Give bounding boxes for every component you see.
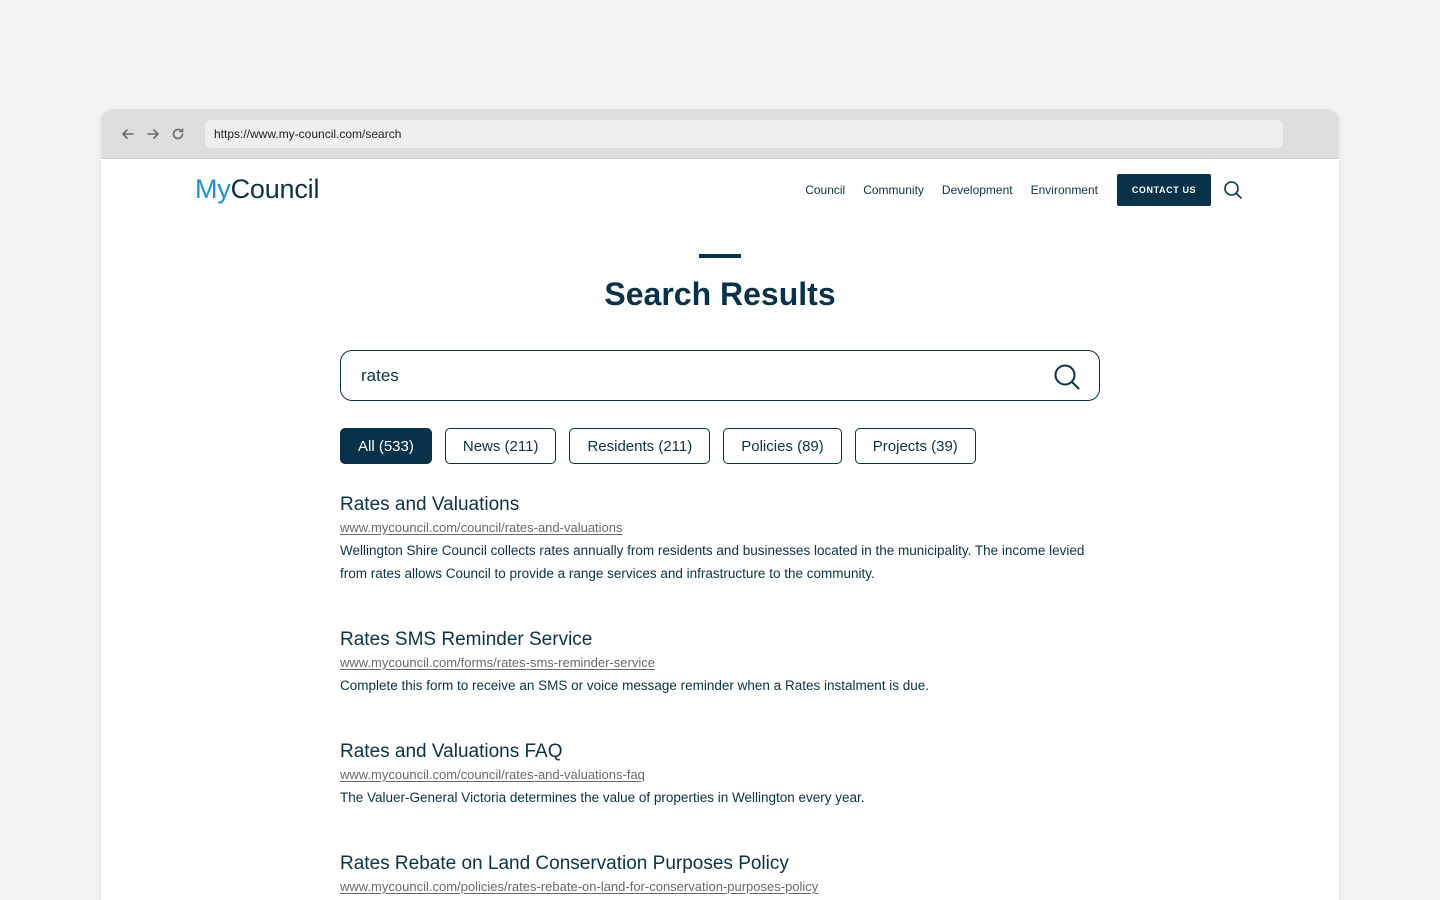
search-result: Rates and Valuations FAQ www.mycouncil.c… xyxy=(340,739,1100,809)
filter-policies[interactable]: Policies (89) xyxy=(723,428,842,464)
logo-suffix: Council xyxy=(230,174,320,204)
reload-button[interactable] xyxy=(167,123,189,145)
nav-item-environment[interactable]: Environment xyxy=(1031,183,1098,197)
header-search-button[interactable] xyxy=(1223,180,1243,200)
search-input[interactable] xyxy=(361,365,1021,386)
filter-chips: All (533) News (211) Residents (211) Pol… xyxy=(340,428,989,464)
arrow-right-icon xyxy=(147,128,159,139)
title-accent-bar xyxy=(699,254,741,258)
search-result: Rates SMS Reminder Service www.mycouncil… xyxy=(340,627,1100,697)
result-description: Wellington Shire Council collects rates … xyxy=(340,543,1085,581)
search-icon xyxy=(1054,364,1080,390)
browser-toolbar: https://www.my-council.com/search xyxy=(101,109,1339,159)
site-header: MyCouncil Council Community Development … xyxy=(101,159,1339,221)
filter-residents[interactable]: Residents (211) xyxy=(569,428,711,464)
forward-button[interactable] xyxy=(142,123,164,145)
search-results-list: Rates and Valuations www.mycouncil.com/c… xyxy=(340,492,1100,900)
result-url[interactable]: www.mycouncil.com/policies/rates-rebate-… xyxy=(340,877,818,897)
search-box xyxy=(340,350,1100,401)
result-url[interactable]: www.mycouncil.com/council/rates-and-valu… xyxy=(340,518,623,538)
back-button[interactable] xyxy=(117,123,139,145)
result-title[interactable]: Rates and Valuations FAQ xyxy=(340,739,1100,765)
filter-news[interactable]: News (211) xyxy=(444,428,557,464)
filter-all[interactable]: All (533) xyxy=(340,428,432,464)
result-title[interactable]: Rates SMS Reminder Service xyxy=(340,627,1100,653)
reload-icon xyxy=(172,127,184,139)
search-result: Rates Rebate on Land Conservation Purpos… xyxy=(340,851,1100,897)
contact-us-button[interactable]: CONTACT US xyxy=(1117,174,1211,206)
result-title[interactable]: Rates Rebate on Land Conservation Purpos… xyxy=(340,851,1100,877)
nav-item-community[interactable]: Community xyxy=(863,183,924,197)
search-result: Rates and Valuations www.mycouncil.com/c… xyxy=(340,492,1100,585)
filter-projects[interactable]: Projects (39) xyxy=(854,428,976,464)
result-title[interactable]: Rates and Valuations xyxy=(340,492,1100,518)
logo-prefix: My xyxy=(195,174,231,204)
search-submit-button[interactable] xyxy=(1053,363,1081,391)
nav-item-council[interactable]: Council xyxy=(805,183,845,197)
page-title: Search Results xyxy=(604,276,836,312)
search-icon xyxy=(1224,181,1242,199)
result-description: The Valuer-General Victoria determines t… xyxy=(340,790,865,805)
site-logo[interactable]: MyCouncil xyxy=(195,174,319,205)
result-url[interactable]: www.mycouncil.com/forms/rates-sms-remind… xyxy=(340,653,655,673)
result-description: Complete this form to receive an SMS or … xyxy=(340,678,930,693)
arrow-left-icon xyxy=(122,128,134,139)
result-url[interactable]: www.mycouncil.com/council/rates-and-valu… xyxy=(340,765,645,785)
nav-item-development[interactable]: Development xyxy=(942,183,1013,197)
browser-window: https://www.my-council.com/search MyCoun… xyxy=(101,109,1339,900)
main-nav: Council Community Development Environmen… xyxy=(805,174,1243,206)
address-bar[interactable]: https://www.my-council.com/search xyxy=(205,119,1283,148)
